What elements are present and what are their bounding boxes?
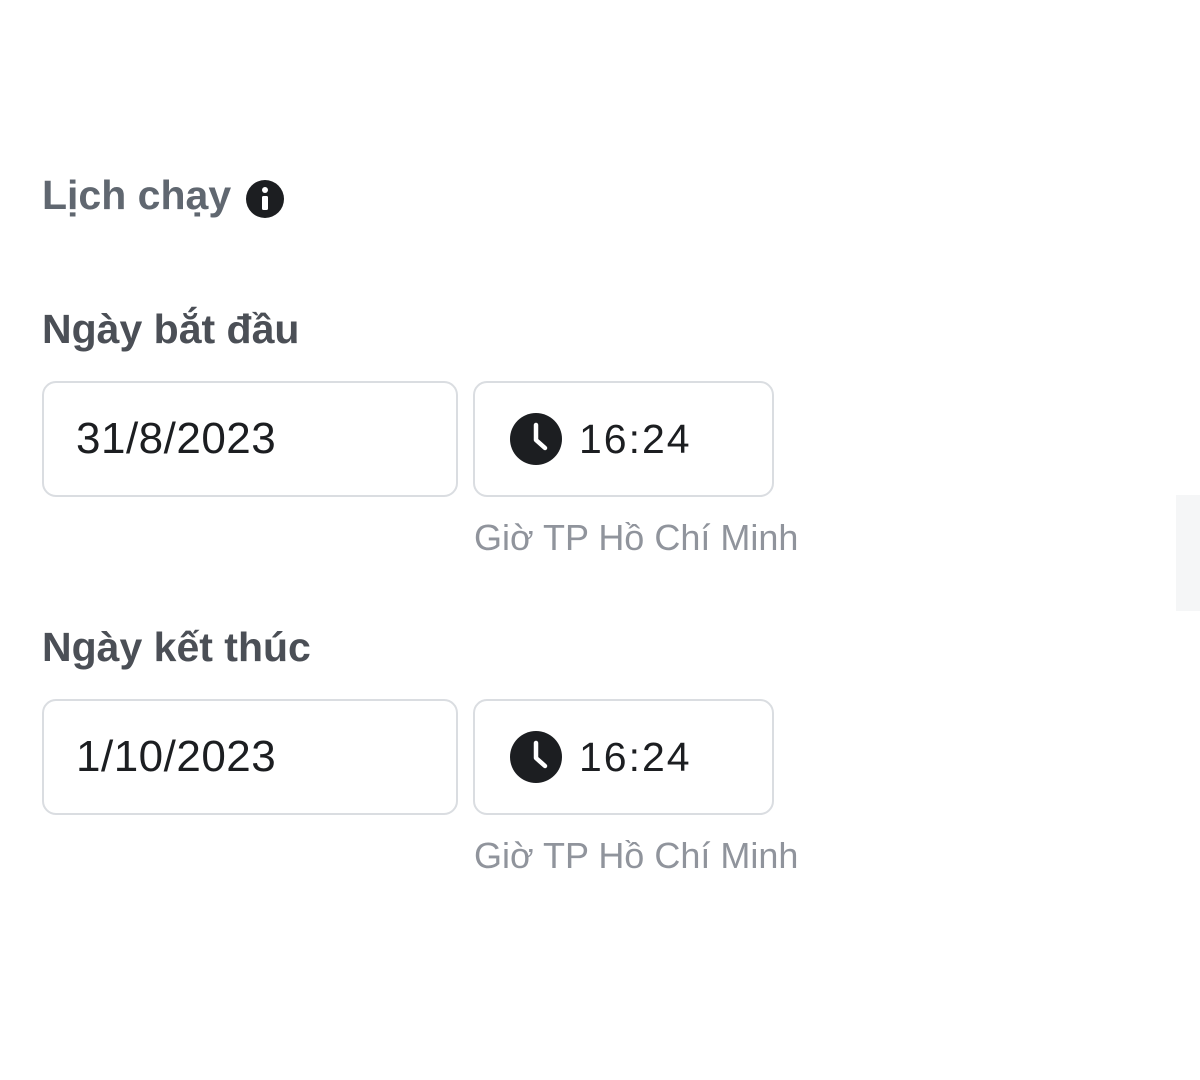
end-time-value: 16:24	[579, 733, 692, 780]
end-timezone-hint: Giờ TP Hồ Chí Minh	[474, 835, 799, 876]
adjacent-panel-edge	[1176, 495, 1200, 611]
start-timezone-hint: Giờ TP Hồ Chí Minh	[474, 517, 799, 558]
schedule-title: Lịch chạy	[42, 172, 232, 218]
schedule-panel: Lịch chạy Ngày bắt đầu 31/8/2023 16:24 G…	[0, 0, 1200, 1080]
start-time-input[interactable]: 16:24	[473, 381, 774, 497]
start-date-input[interactable]: 31/8/2023	[42, 381, 458, 497]
start-date-value: 31/8/2023	[76, 414, 277, 463]
end-date-input[interactable]: 1/10/2023	[42, 699, 458, 815]
end-date-value: 1/10/2023	[76, 732, 277, 781]
schedule-header: Lịch chạy	[42, 172, 285, 219]
clock-icon	[509, 412, 563, 466]
start-time-value: 16:24	[579, 415, 692, 462]
end-date-label: Ngày kết thúc	[42, 624, 311, 670]
end-time-input[interactable]: 16:24	[473, 699, 774, 815]
clock-icon	[509, 730, 563, 784]
info-icon[interactable]	[245, 179, 285, 219]
start-date-label: Ngày bắt đầu	[42, 306, 300, 352]
